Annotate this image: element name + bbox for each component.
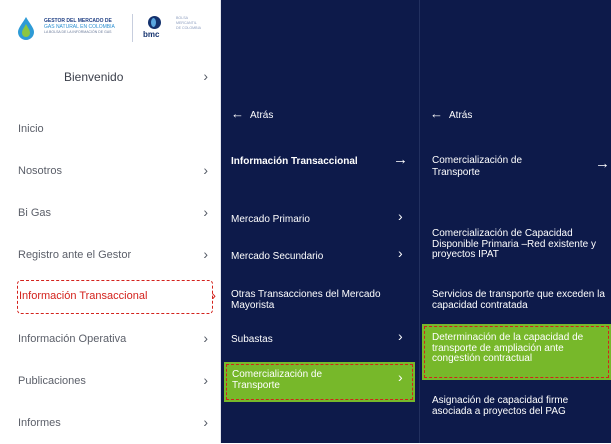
sidebar-item-publicaciones[interactable]: Publicaciones › (0, 362, 221, 402)
submenu-item-capacidad-disponible[interactable]: Comercialización de Capacidad Disponible… (432, 228, 608, 261)
submenu-item-label: Subastas (231, 334, 273, 345)
submenu-item-label: Servicios de transporte que exceden la c… (432, 289, 605, 311)
back-button[interactable]: ← Atrás (231, 106, 273, 121)
submenu-comercializacion-transporte: ← Atrás Comercialización de Transporte → … (420, 0, 611, 443)
submenu-item-label: Asignación de capacidad firme asociada a… (432, 395, 569, 417)
gas-drop-logo-icon (18, 17, 34, 40)
sidebar-item-inicio[interactable]: Inicio (0, 110, 221, 150)
chevron-right-icon: › (203, 330, 208, 346)
main-sidebar: GESTOR DEL MERCADO DE GAS NATURAL EN COL… (0, 0, 221, 443)
chevron-right-icon: › (203, 372, 208, 388)
bmc-logo: bmc (140, 16, 170, 42)
gestor-logo-text: GESTOR DEL MERCADO DE GAS NATURAL EN COL… (44, 18, 124, 35)
sidebar-item-informacion-operativa[interactable]: Información Operativa › (0, 320, 221, 360)
submenu-item-label: Mercado Primario (231, 214, 310, 225)
submenu-item-mercado-secundario[interactable]: Mercado Secundario › (231, 246, 416, 272)
sidebar-item-label: Publicaciones (18, 375, 86, 387)
welcome-menu[interactable]: Bienvenido › (0, 62, 221, 92)
back-label: Atrás (250, 110, 274, 121)
arrow-left-icon: ← (430, 106, 443, 121)
logo-line-3: LA BOLSA DE LA INFORMACIÓN DE GAS (44, 30, 112, 34)
sidebar-item-label: Informes (18, 417, 61, 429)
back-label: Atrás (449, 110, 473, 121)
arrow-right-icon[interactable]: → (595, 155, 610, 172)
sidebar-item-registro[interactable]: Registro ante el Gestor › (0, 236, 221, 276)
welcome-label: Bienvenido (64, 70, 124, 84)
submenu-item-subastas[interactable]: Subastas › (231, 329, 416, 355)
submenu-item-label: Comercialización de Capacidad Disponible… (432, 228, 596, 260)
chevron-right-icon: › (203, 162, 208, 178)
gestor-logo[interactable]: GESTOR DEL MERCADO DE GAS NATURAL EN COL… (16, 8, 216, 50)
chevron-right-icon: › (398, 369, 403, 385)
sidebar-item-label: Nosotros (18, 165, 63, 177)
chevron-right-icon: › (398, 245, 403, 261)
sidebar-item-label: Registro ante el Gestor (18, 249, 132, 261)
sidebar-item-label: Información Operativa (18, 333, 127, 345)
submenu-item-label: Mercado Secundario (231, 251, 324, 262)
submenu-item-label: Determinación de la capacidad de transpo… (432, 332, 584, 364)
chevron-right-icon: › (211, 287, 216, 303)
sidebar-item-label: Información Transaccional (19, 290, 148, 302)
logo-divider (132, 14, 133, 42)
submenu-item-determinacion-capacidad[interactable]: Determinación de la capacidad de transpo… (422, 324, 611, 380)
submenu-item-label: Comercialización de Transporte (232, 369, 323, 391)
chevron-right-icon: › (203, 68, 208, 84)
bmc-logo-icon (148, 16, 161, 29)
sidebar-item-label: Inicio (18, 123, 44, 135)
submenu-header[interactable]: Información Transaccional (231, 156, 358, 168)
chevron-right-icon: › (203, 414, 208, 430)
sidebar-item-informes[interactable]: Informes › (0, 404, 221, 444)
submenu-item-servicios-transporte[interactable]: Servicios de transporte que exceden la c… (432, 289, 610, 311)
sidebar-item-nosotros[interactable]: Nosotros › (0, 152, 221, 192)
submenu-informacion-transaccional: ← Atrás Información Transaccional → Merca… (221, 0, 420, 443)
submenu-item-mercado-primario[interactable]: Mercado Primario › (231, 209, 416, 235)
bmc-logo-text: bmc (143, 30, 160, 39)
submenu-item-otras-transacciones[interactable]: Otras Transacciones del Mercado Mayorist… (231, 289, 411, 316)
chevron-right-icon: › (203, 204, 208, 220)
submenu-item-comercializacion-transporte[interactable]: Comercialización de Transporte › (224, 362, 415, 402)
submenu-item-asignacion-capacidad[interactable]: Asignación de capacidad firme asociada a… (432, 395, 608, 417)
chevron-right-icon: › (203, 246, 208, 262)
bmc-caption-line-3: DE COLOMBIA (176, 26, 201, 30)
submenu-item-label: Otras Transacciones del Mercado Mayorist… (231, 289, 381, 311)
sidebar-item-informacion-transaccional[interactable]: Información Transaccional › (16, 279, 216, 315)
arrow-left-icon: ← (231, 106, 244, 121)
bmc-logo-caption: BOLSA MERCANTIL DE COLOMBIA (176, 16, 201, 31)
sidebar-item-label: Bi Gas (18, 207, 52, 219)
sidebar-item-bi-gas[interactable]: Bi Gas › (0, 194, 221, 234)
arrow-right-icon[interactable]: → (393, 151, 408, 168)
chevron-right-icon: › (398, 208, 403, 224)
submenu-header[interactable]: Comercialización de Transporte (432, 155, 562, 179)
chevron-right-icon: › (398, 328, 403, 344)
back-button[interactable]: ← Atrás (430, 106, 472, 121)
